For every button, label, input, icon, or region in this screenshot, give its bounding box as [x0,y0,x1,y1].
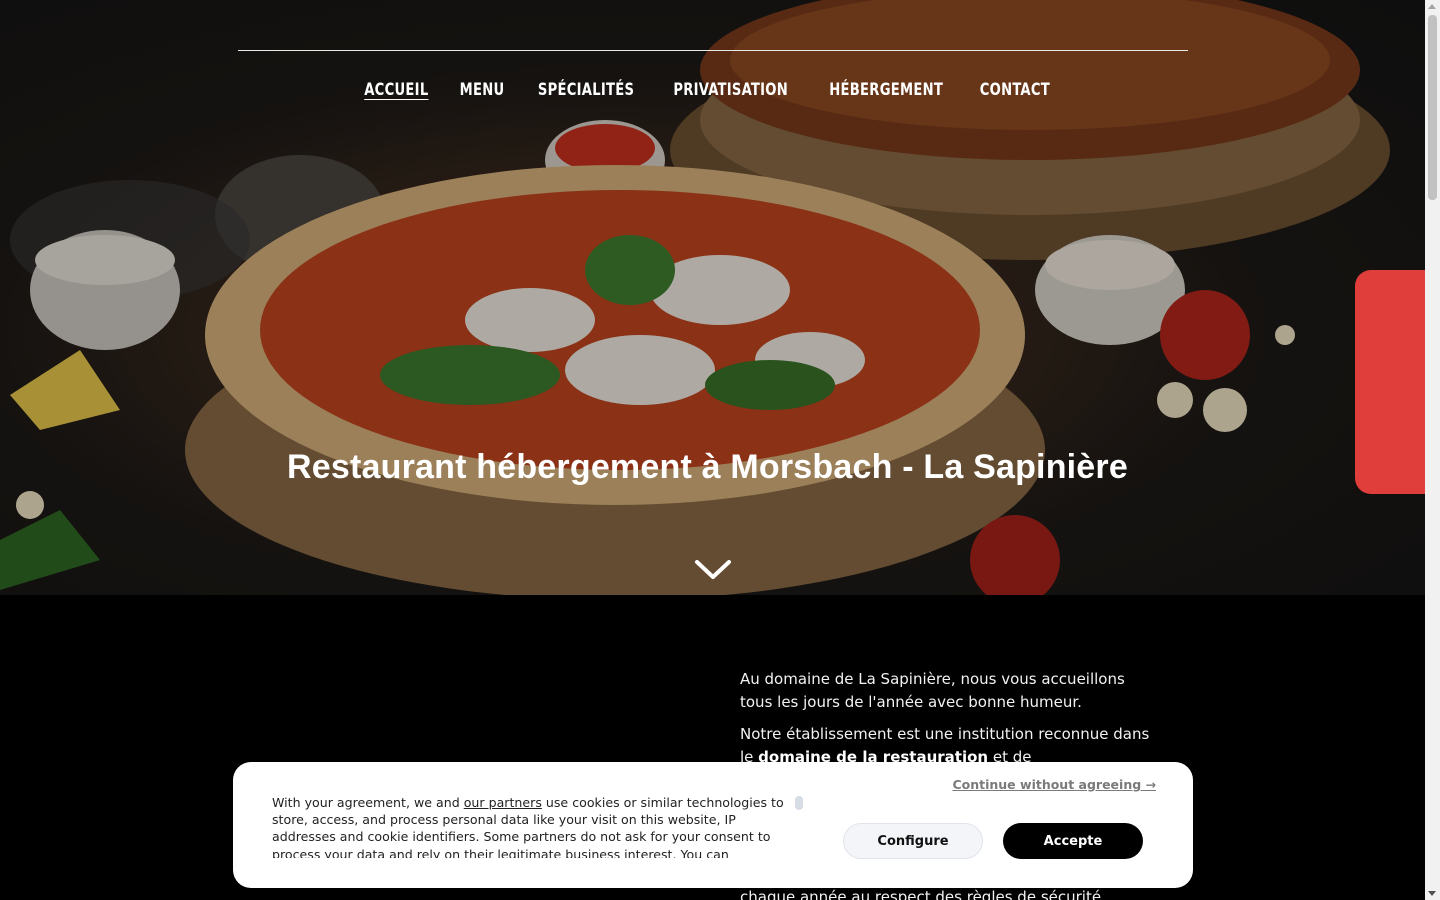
cookie-consent-banner: With your agreement, we and our partners… [233,762,1193,888]
nav-item-contact[interactable]: CONTACT [980,80,1050,100]
page-scrollbar[interactable] [1425,0,1440,900]
scroll-up-arrow-icon[interactable] [1428,4,1436,9]
configure-button[interactable]: Configure [843,823,983,859]
nav-item-hebergement[interactable]: HÉBERGEMENT [829,80,943,100]
cookie-consent-text: With your agreement, we and our partners… [272,794,792,858]
intro-paragraph-3: chaque année au respect des règles de sé… [740,888,1102,900]
scrollbar-thumb[interactable] [1428,15,1437,200]
nav-item-specialites[interactable]: SPÉCIALITÉS [538,80,634,100]
intro-paragraph-1: Au domaine de La Sapinière, nous vous ac… [740,670,1125,711]
page-title: Restaurant hébergement à Morsbach - La S… [287,448,1128,486]
page: ACCUEIL MENU SPÉCIALITÉS PRIVATISATION H… [0,0,1425,900]
accept-button[interactable]: Accepte [1003,823,1143,859]
partners-link[interactable]: our partners [464,795,542,810]
main-navigation: ACCUEIL MENU SPÉCIALITÉS PRIVATISATION H… [0,80,1425,100]
hero-section: ACCUEIL MENU SPÉCIALITÉS PRIVATISATION H… [0,0,1425,595]
nav-item-accueil[interactable]: ACCUEIL [365,80,429,100]
cookie-text-segment: With your agreement, we and [272,795,464,810]
nav-item-privatisation[interactable]: PRIVATISATION [674,80,789,100]
chevron-down-icon[interactable] [694,558,732,582]
nav-item-menu[interactable]: MENU [460,80,505,100]
nav-divider [238,50,1188,51]
scroll-down-arrow-icon[interactable] [1428,891,1436,896]
side-tab[interactable] [1355,270,1425,494]
intro-text-continued: chaque année au respect des règles de sé… [740,886,1160,900]
continue-without-agreeing-link[interactable]: Continue without agreeing → [952,777,1156,792]
cookie-text-scrollbar[interactable] [795,796,803,810]
